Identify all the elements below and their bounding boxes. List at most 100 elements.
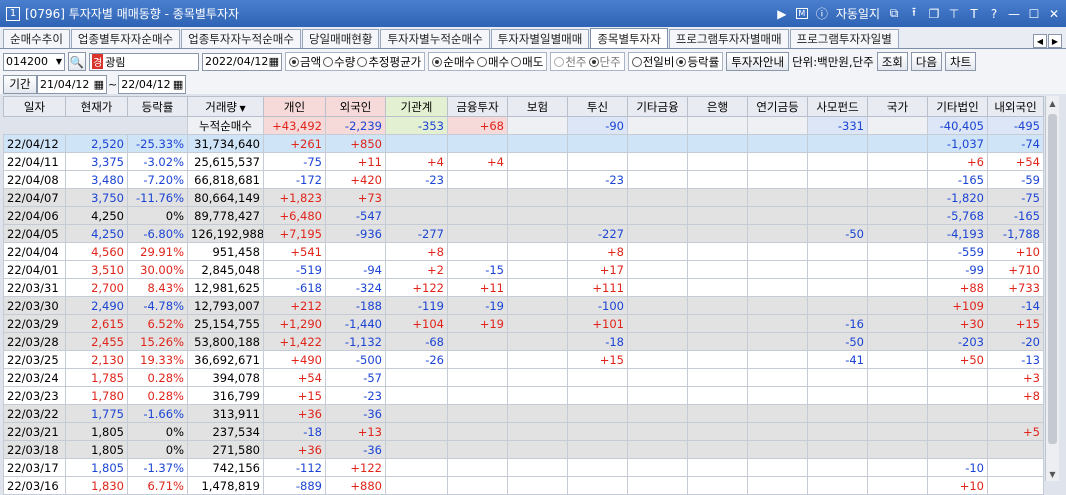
upload-icon[interactable]: ⭱ [908,3,920,24]
tab-program-investor-trading[interactable]: 프로그램투자자별매매 [668,29,789,48]
column-header[interactable]: 금융투자 [447,96,508,117]
table-row[interactable]: 22/04/08 3,480 -7.20% 66,818,681 -172 +420 -23… [3,170,1044,189]
table-row[interactable]: 22/04/07 3,750 -11.76% 80,664,149 +1,823 +73 -… [3,188,1044,207]
date-field[interactable]: 2022/04/12 ▦ [202,52,282,71]
table-row[interactable]: 22/03/31 2,700 8.43% 12,981,625 -618 -324 +122… [3,278,1044,297]
tab-daily-trading-status[interactable]: 당일매매현황 [301,29,380,48]
period-from-field[interactable]: 21/04/12 ▦ [37,74,107,94]
next-button[interactable]: 다음 [910,52,943,71]
chart-button[interactable]: 차트 [945,52,977,71]
pin-icon[interactable]: ⊤ [948,7,960,21]
radio-single-shares[interactable]: 단주 [588,54,621,70]
radio-quantity[interactable]: 수량 [323,54,355,70]
radio-thousand-shares[interactable]: 천주 [554,54,587,70]
table-row[interactable]: 22/03/21 1,805 0% 237,534 -18 +13 +5 [3,422,1044,441]
scroll-up-icon[interactable]: ▲ [1046,96,1059,110]
chevron-down-icon[interactable]: ▼ [56,57,62,66]
column-header[interactable]: 일자 [3,96,66,117]
table-row[interactable]: 22/04/06 4,250 0% 89,778,427 +6,480 -547 -5,76… [3,206,1044,225]
tab-stock-investor[interactable]: 종목별투자자 [590,28,668,48]
play-icon[interactable]: ▶ [776,7,788,21]
table-row[interactable]: 22/03/17 1,805 -1.37% 742,156 -112 +122 -10 [3,458,1044,477]
tab-program-investor-daily[interactable]: 프로그램투자자일별 [789,29,899,48]
radio-change-rate[interactable]: 등락률 [676,54,719,70]
calendar-icon[interactable]: ▦ [94,78,104,91]
table-cell [627,440,688,459]
tab-investor-daily-trading[interactable]: 투자자별일별매매 [490,29,590,48]
column-header[interactable]: 기타법인 [927,96,988,117]
table-cell [747,314,808,333]
table-cell [507,134,568,153]
table-row[interactable]: 22/03/22 1,775 -1.66% 313,911 +36 -36 [3,404,1044,423]
table-row[interactable]: 22/03/18 1,805 0% 271,580 +36 -36 [3,440,1044,459]
table-cell [627,386,688,405]
calendar-icon[interactable]: ▦ [173,78,183,91]
scroll-thumb[interactable] [1048,114,1057,444]
column-header[interactable]: 개인 [263,96,326,117]
column-header[interactable]: 은행 [687,96,748,117]
column-header[interactable]: 연기금등 [747,96,808,117]
close-icon[interactable]: ✕ [1048,7,1060,21]
table-row[interactable]: 22/04/04 4,560 29.91% 951,458 +541 +8 +8 -559 +1… [3,242,1044,261]
column-header[interactable]: 국가 [867,96,928,117]
sort-down-icon[interactable]: ▼ [237,104,246,113]
tab-scroll-right-icon[interactable]: ▶ [1048,34,1062,48]
search-button[interactable]: 조회 [876,52,908,71]
tab-investor-cumulative-net-buy[interactable]: 투자자별누적순매수 [380,29,490,48]
table-cell: +420 [325,170,386,189]
column-header[interactable]: 현재가 [65,96,128,117]
text-size-icon[interactable]: T [968,7,980,21]
table-row[interactable]: 22/03/25 2,130 19.33% 36,692,671 +490 -500 -26… [3,350,1044,369]
table-cell: -889 [263,476,326,495]
table-row[interactable]: 22/04/12 2,520 -25.33% 31,734,640 +261 +850 -1… [3,134,1044,153]
stock-name-field[interactable]: 경 광림 [89,52,199,71]
table-row[interactable]: 22/04/01 3,510 30.00% 2,845,048 -519 -94 +2 -15… [3,260,1044,279]
radio-sell[interactable]: 매도 [511,54,543,70]
tab-net-buy-trend[interactable]: 순매수추이 [3,29,70,48]
column-header[interactable]: 사모펀드 [807,96,868,117]
search-icon[interactable]: 🔍 [68,52,86,71]
table-row[interactable]: 22/03/23 1,780 0.28% 316,799 +15 -23 +8 [3,386,1044,405]
column-header-label: 사모펀드 [816,99,859,114]
column-header[interactable]: 거래량 ▼ [187,96,264,117]
radio-net-buy[interactable]: 순매수 [432,54,475,70]
radio-estimated-avg[interactable]: 추정평균가 [357,54,421,70]
column-header[interactable]: 등락률 [127,96,188,117]
window-icon[interactable]: ❐ [928,7,940,21]
tab-sector-investor-net-buy[interactable]: 업종별투자자순매수 [70,29,181,48]
radio-label: 금액 [300,54,322,69]
column-header[interactable]: 보험 [507,96,568,117]
minimize-icon[interactable]: — [1008,7,1020,21]
table-row[interactable]: 22/03/16 1,830 6.71% 1,478,819 -889 +880 +10 [3,476,1044,495]
tab-scroll-left-icon[interactable]: ◀ [1033,34,1047,48]
calendar-icon[interactable]: ▦ [269,55,279,68]
radio-buy[interactable]: 매수 [477,54,509,70]
table-row[interactable]: 22/04/11 3,375 -3.02% 25,615,537 -75 +11 +4 +4 +… [3,152,1044,171]
table-row[interactable]: 22/03/29 2,615 6.52% 25,154,755 +1,290 -1,440… [3,314,1044,333]
table-row[interactable]: 22/03/28 2,455 15.26% 53,800,188 +1,422 -1,13… [3,332,1044,351]
table-cell: +212 [263,296,326,315]
autolog-button[interactable]: 자동일지 [836,5,880,22]
memo-icon[interactable]: M [795,8,808,19]
table-row[interactable]: 22/03/30 2,490 -4.78% 12,793,007 +212 -188 -11… [3,296,1044,315]
column-header[interactable]: 내외국인 [987,96,1044,117]
table-row[interactable]: 22/03/24 1,785 0.28% 394,078 +54 -57 +3 [3,368,1044,387]
column-header[interactable]: 기타금융 [627,96,688,117]
radio-amount[interactable]: 금액 [289,54,321,70]
table-row[interactable]: 22/04/05 4,250 -6.80% 126,192,988 +7,195 -936… [3,224,1044,243]
column-header[interactable]: 외국인 [325,96,386,117]
scroll-down-icon[interactable]: ▼ [1046,467,1059,481]
maximize-icon[interactable]: ☐ [1028,7,1040,21]
column-header[interactable]: 기관계 [385,96,448,117]
radio-prev-day-diff[interactable]: 전일비 [631,54,674,70]
tab-sector-investor-cumulative[interactable]: 업종투자자누적순매수 [181,29,301,48]
trade-type-radio-group: 순매수 매수 매도 [428,52,548,71]
stock-code-field[interactable]: 014200 ▼ [3,52,65,71]
investor-guide-button[interactable]: 투자자안내 [726,52,790,71]
help-icon[interactable]: ? [988,7,1000,21]
link-icon[interactable]: ⧉ [888,6,900,21]
period-to-field[interactable]: 22/04/12 ▦ [118,74,187,94]
vertical-scrollbar[interactable]: ▲ ▼ [1045,96,1059,481]
info-icon[interactable]: ⓘ [816,5,828,22]
column-header[interactable]: 투신 [567,96,628,117]
